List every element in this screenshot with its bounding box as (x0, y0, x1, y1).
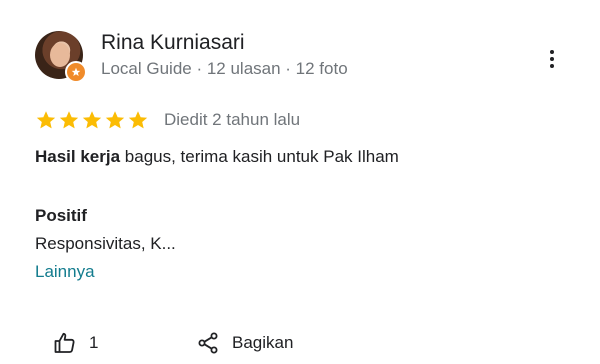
like-count: 1 (89, 333, 99, 352)
avatar[interactable] (35, 31, 87, 83)
review-text: Hasil kerja bagus, terima kasih untuk Pa… (35, 145, 399, 169)
more-link[interactable]: Lainnya (35, 261, 95, 283)
edited-timestamp: Diedit 2 tahun lalu (164, 110, 301, 129)
local-guide-badge-icon (65, 61, 87, 83)
thumb-up-icon (54, 332, 75, 353)
share-button[interactable]: Bagikan (196, 331, 293, 355)
star-rating (35, 109, 149, 131)
avatar-face (50, 43, 70, 67)
star-icon (59, 111, 79, 129)
reviewer-meta: Local Guide · 12 ulasan · 12 foto (101, 59, 348, 78)
star-icon (128, 111, 148, 129)
share-icon (198, 332, 218, 354)
reviewer-name[interactable]: Rina Kurniasari (101, 30, 245, 56)
like-button[interactable]: 1 (53, 331, 98, 355)
star-icon (36, 111, 56, 129)
review-text-rest: bagus, terima kasih untuk Pak Ilham (120, 147, 399, 166)
positive-body: Responsivitas, K... (35, 234, 176, 253)
review-card: Rina Kurniasari Local Guide · 12 ulasan … (0, 0, 600, 364)
share-label: Bagikan (232, 333, 294, 352)
star-icon (82, 111, 102, 129)
positive-title: Positif (35, 206, 87, 225)
star-icon (105, 111, 125, 129)
review-text-bold: Hasil kerja (35, 147, 121, 166)
more-vert-icon[interactable] (542, 46, 562, 72)
